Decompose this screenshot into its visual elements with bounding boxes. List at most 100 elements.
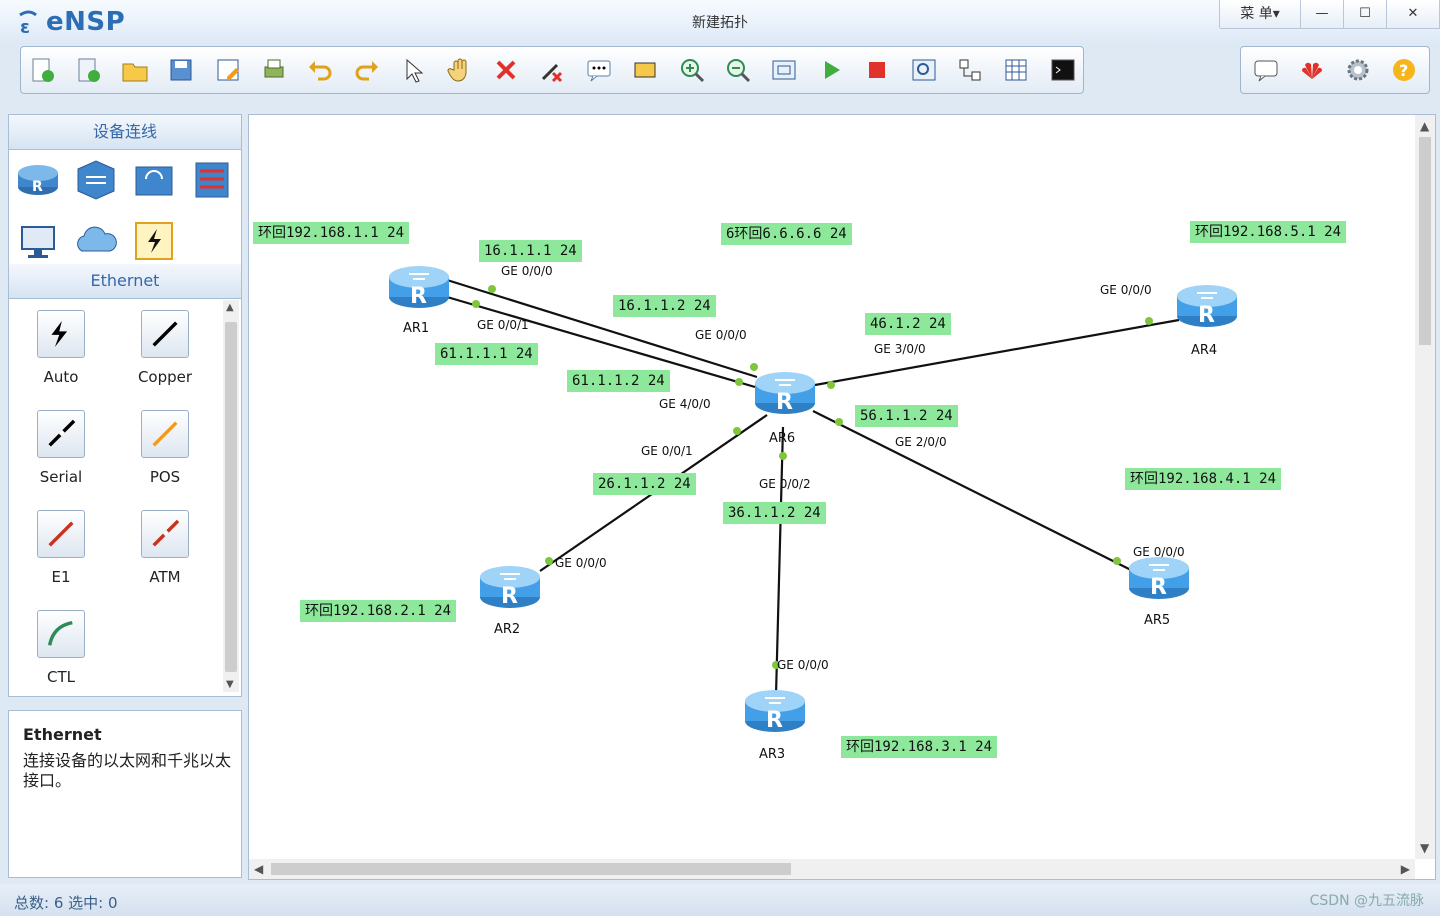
rectangle-icon[interactable] — [630, 55, 660, 85]
router-name: AR2 — [494, 622, 521, 637]
port-status-dot — [750, 363, 758, 371]
ip-label: 56.1.1.2 24 — [855, 405, 958, 427]
port-status-dot — [545, 557, 553, 565]
open-icon[interactable] — [120, 55, 150, 85]
router-ar2[interactable]: R — [480, 566, 540, 609]
scrollbar-thumb[interactable] — [1419, 137, 1431, 345]
cable-label: POS — [149, 468, 181, 486]
router-name: AR3 — [759, 747, 786, 762]
interface-label: GE 0/0/0 — [1100, 283, 1152, 297]
help-icon[interactable]: ? — [1389, 55, 1419, 85]
print-icon[interactable] — [259, 55, 289, 85]
router-ar4[interactable]: R — [1177, 285, 1237, 328]
zoom-in-icon[interactable] — [677, 55, 707, 85]
canvas-horizontal-scrollbar[interactable]: ◀ ▶ — [249, 859, 1415, 879]
minimize-button[interactable]: — — [1301, 0, 1344, 29]
switch-icon[interactable] — [72, 155, 120, 203]
scroll-down-icon[interactable]: ▼ — [226, 679, 234, 690]
new-lab-icon[interactable] — [73, 55, 103, 85]
router-icon[interactable]: R — [14, 155, 62, 203]
scroll-up-icon[interactable]: ▲ — [1420, 119, 1429, 133]
maximize-button[interactable]: ☐ — [1344, 0, 1387, 29]
scroll-left-icon[interactable]: ◀ — [254, 862, 263, 876]
device-panel: 设备连线 R — [8, 114, 242, 266]
port-status-dot — [1145, 317, 1153, 325]
cable-label: Auto — [43, 368, 79, 386]
scroll-down-icon[interactable]: ▼ — [1420, 841, 1429, 855]
info-panel: Ethernet 连接设备的以太网和千兆以太接口。 — [8, 710, 242, 878]
svg-text:?: ? — [1399, 61, 1408, 80]
scroll-up-icon[interactable]: ▲ — [226, 302, 234, 313]
grid-icon[interactable] — [1001, 55, 1031, 85]
menu-button[interactable]: 菜 单▾ — [1220, 0, 1301, 29]
ip-label: 16.1.1.2 24 — [613, 295, 716, 317]
router-name: AR1 — [403, 321, 430, 336]
cli-icon[interactable] — [1048, 55, 1078, 85]
pan-hand-icon[interactable] — [445, 55, 475, 85]
start-device-icon[interactable] — [816, 55, 846, 85]
capture-icon[interactable] — [909, 55, 939, 85]
e1-cable-icon — [37, 510, 85, 558]
wlan-icon[interactable] — [130, 155, 178, 203]
new-topology-icon[interactable] — [27, 55, 57, 85]
link-ar6-ar5[interactable] — [812, 410, 1134, 572]
pc-icon[interactable] — [14, 217, 62, 265]
cable-list-scrollbar[interactable]: ▲ ▼ — [223, 300, 239, 692]
router-ar6[interactable]: R — [755, 372, 815, 415]
topology-canvas[interactable]: R R R R R R AR1 AR2 AR3 AR4 AR5 AR6 环回192.168.1.1 2… — [248, 114, 1436, 880]
router-ar3[interactable]: R — [745, 690, 805, 733]
info-description: 连接设备的以太网和千兆以太接口。 — [23, 751, 232, 790]
router-ar1[interactable]: R — [389, 266, 449, 309]
cable-pos[interactable]: POS — [125, 410, 205, 486]
scrollbar-thumb[interactable] — [271, 863, 791, 875]
save-icon[interactable] — [166, 55, 196, 85]
watermark: CSDN @九五流脉 — [1309, 893, 1424, 909]
svg-text:R: R — [776, 390, 793, 415]
canvas-vertical-scrollbar[interactable]: ▲ ▼ — [1415, 115, 1435, 859]
main-toolbar — [20, 46, 1084, 94]
ip-label: 环回192.168.2.1 24 — [300, 600, 457, 622]
interface-label: GE 0/0/1 — [477, 318, 529, 332]
text-annotation-icon[interactable] — [584, 55, 614, 85]
interface-label: GE 4/0/0 — [659, 397, 711, 411]
fit-view-icon[interactable] — [769, 55, 799, 85]
cable-auto[interactable]: Auto — [21, 310, 101, 386]
save-as-icon[interactable] — [213, 55, 243, 85]
firewall-icon[interactable] — [188, 155, 236, 203]
router-ar5[interactable]: R — [1129, 557, 1189, 600]
port-status-dot — [472, 300, 480, 308]
auto-cable-icon — [37, 310, 85, 358]
cable-copper[interactable]: Copper — [125, 310, 205, 386]
cable-e1[interactable]: E1 — [21, 510, 101, 586]
cable-ctl[interactable]: CTL — [21, 610, 101, 686]
delete-icon[interactable] — [491, 55, 521, 85]
undo-icon[interactable] — [305, 55, 335, 85]
ip-label: 环回192.168.5.1 24 — [1190, 221, 1347, 243]
svg-text:R: R — [32, 179, 43, 195]
status-bar: 总数: 6 选中: 0 CSDN @九五流脉 — [0, 884, 1440, 916]
link-icon[interactable] — [130, 217, 178, 265]
zoom-out-icon[interactable] — [723, 55, 753, 85]
select-icon[interactable] — [398, 55, 428, 85]
huawei-icon[interactable] — [1297, 55, 1327, 85]
chat-icon[interactable] — [1251, 55, 1281, 85]
cable-atm[interactable]: ATM — [125, 510, 205, 586]
link-ar6-ar3[interactable] — [774, 426, 785, 696]
redo-icon[interactable] — [352, 55, 382, 85]
interface-label: GE 0/0/0 — [501, 264, 553, 278]
copper-cable-icon — [141, 310, 189, 358]
delete-link-icon[interactable] — [537, 55, 567, 85]
stop-device-icon[interactable] — [862, 55, 892, 85]
close-button[interactable]: ✕ — [1387, 0, 1440, 29]
scrollbar-thumb[interactable] — [225, 322, 237, 672]
port-status-dot — [779, 452, 787, 460]
cloud-icon[interactable] — [72, 217, 120, 265]
interface-label: GE 0/0/0 — [695, 328, 747, 342]
pos-cable-icon — [141, 410, 189, 458]
topology-tree-icon[interactable] — [955, 55, 985, 85]
ip-label: 环回192.168.3.1 24 — [841, 736, 998, 758]
scroll-right-icon[interactable]: ▶ — [1401, 862, 1410, 876]
cable-serial[interactable]: Serial — [21, 410, 101, 486]
cable-label: Serial — [39, 468, 83, 486]
settings-icon[interactable] — [1343, 55, 1373, 85]
